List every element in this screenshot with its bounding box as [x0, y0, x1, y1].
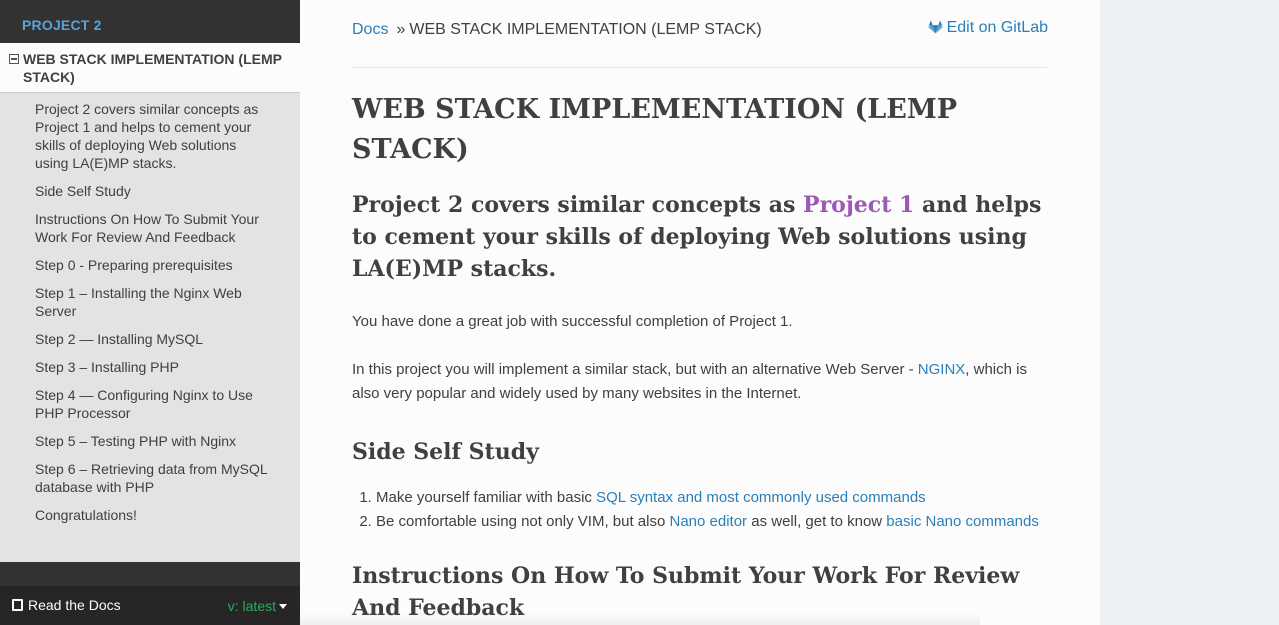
breadcrumb: Docs » WEB STACK IMPLEMENTATION (LEMP STAC… [352, 19, 1048, 41]
toc-item-step-3[interactable]: Step 3 – Installing PHP [0, 357, 300, 385]
toc-item-side-study[interactable]: Side Self Study [0, 181, 300, 209]
footer-shadow [300, 612, 980, 625]
edit-on-gitlab-label: Edit on GitLab [946, 19, 1048, 36]
toc-item-intro[interactable]: Project 2 covers similar concepts as Pro… [0, 99, 300, 181]
toc-item-congratulations[interactable]: Congratulations! [0, 505, 300, 533]
toc-item-step-6[interactable]: Step 6 – Retrieving data from MySQL data… [0, 459, 300, 505]
sidebar-current-label: WEB STACK IMPLEMENTATION (LEMP STACK) [23, 51, 282, 85]
list-item-1-text: Make yourself familiar with basic [376, 489, 597, 506]
sidebar-toc: Project 2 covers similar concepts as Pro… [0, 92, 300, 562]
intro-heading: Project 2 covers similar concepts as Pro… [352, 189, 1042, 285]
toc-item-step-1[interactable]: Step 1 – Installing the Nginx Web Server [0, 283, 300, 329]
edit-on-gitlab-link[interactable]: Edit on GitLab [927, 17, 1048, 39]
main-content: Docs» WEB STACK IMPLEMENTATION (LEMP STAC… [300, 0, 1100, 625]
breadcrumb-current: WEB STACK IMPLEMENTATION (LEMP STACK) [409, 21, 762, 38]
list-item: Be comfortable using not only VIM, but a… [376, 510, 1042, 534]
toc-item-step-4[interactable]: Step 4 — Configuring Nginx to Use PHP Pr… [0, 385, 300, 431]
nginx-link[interactable]: NGINX [918, 361, 966, 378]
side-study-heading: Side Self Study [352, 439, 539, 465]
version-selector[interactable]: v: latest [228, 598, 287, 614]
toc-item-step-5[interactable]: Step 5 – Testing PHP with Nginx [0, 431, 300, 459]
sidebar-current-page[interactable]: WEB STACK IMPLEMENTATION (LEMP STACK) [0, 43, 300, 92]
paragraph-nginx-before: In this project you will implement a sim… [352, 361, 918, 378]
toc-item-step-2[interactable]: Step 2 — Installing MySQL [0, 329, 300, 357]
breadcrumb-divider [352, 67, 1047, 68]
list-item: Make yourself familiar with basic SQL sy… [376, 486, 1042, 510]
nano-editor-link[interactable]: Nano editor [670, 513, 748, 530]
nano-commands-link[interactable]: basic Nano commands [886, 513, 1039, 530]
paragraph-nginx: In this project you will implement a sim… [352, 358, 1042, 406]
page-title: WEB STACK IMPLEMENTATION (LEMP STACK) [352, 94, 958, 165]
version-label: v: latest [227, 598, 276, 614]
paragraph-completion: You have done a great job with successfu… [352, 313, 793, 330]
toc-item-step-0[interactable]: Step 0 - Preparing prerequisites [0, 255, 300, 283]
rtd-version-bar[interactable]: Read the Docs v: latest [0, 586, 300, 625]
list-item-2-mid: as well, get to know [747, 513, 887, 530]
article: WEB STACK IMPLEMENTATION (LEMP STACK) Pr… [352, 90, 1042, 624]
breadcrumb-separator: » [396, 21, 406, 38]
book-icon [12, 599, 23, 611]
intro-heading-before: Project 2 covers similar concepts as [352, 192, 804, 218]
caret-down-icon [279, 604, 287, 609]
sidebar-caption: PROJECT 2 [22, 17, 102, 33]
sql-syntax-link[interactable]: SQL syntax and most commonly used comman… [596, 489, 926, 506]
breadcrumb-docs-link[interactable]: Docs [352, 21, 388, 38]
side-study-list: Make yourself familiar with basic SQL sy… [352, 486, 1042, 534]
toc-item-instructions[interactable]: Instructions On How To Submit Your Work … [0, 209, 300, 255]
project-1-link[interactable]: Project 1 [803, 192, 914, 218]
rtd-label: Read the Docs [28, 597, 121, 613]
list-item-2-text: Be comfortable using not only VIM, but a… [376, 513, 670, 530]
collapse-icon[interactable] [9, 54, 19, 64]
gitlab-icon [927, 20, 943, 34]
sidebar: PROJECT 2 WEB STACK IMPLEMENTATION (LEMP… [0, 0, 300, 625]
